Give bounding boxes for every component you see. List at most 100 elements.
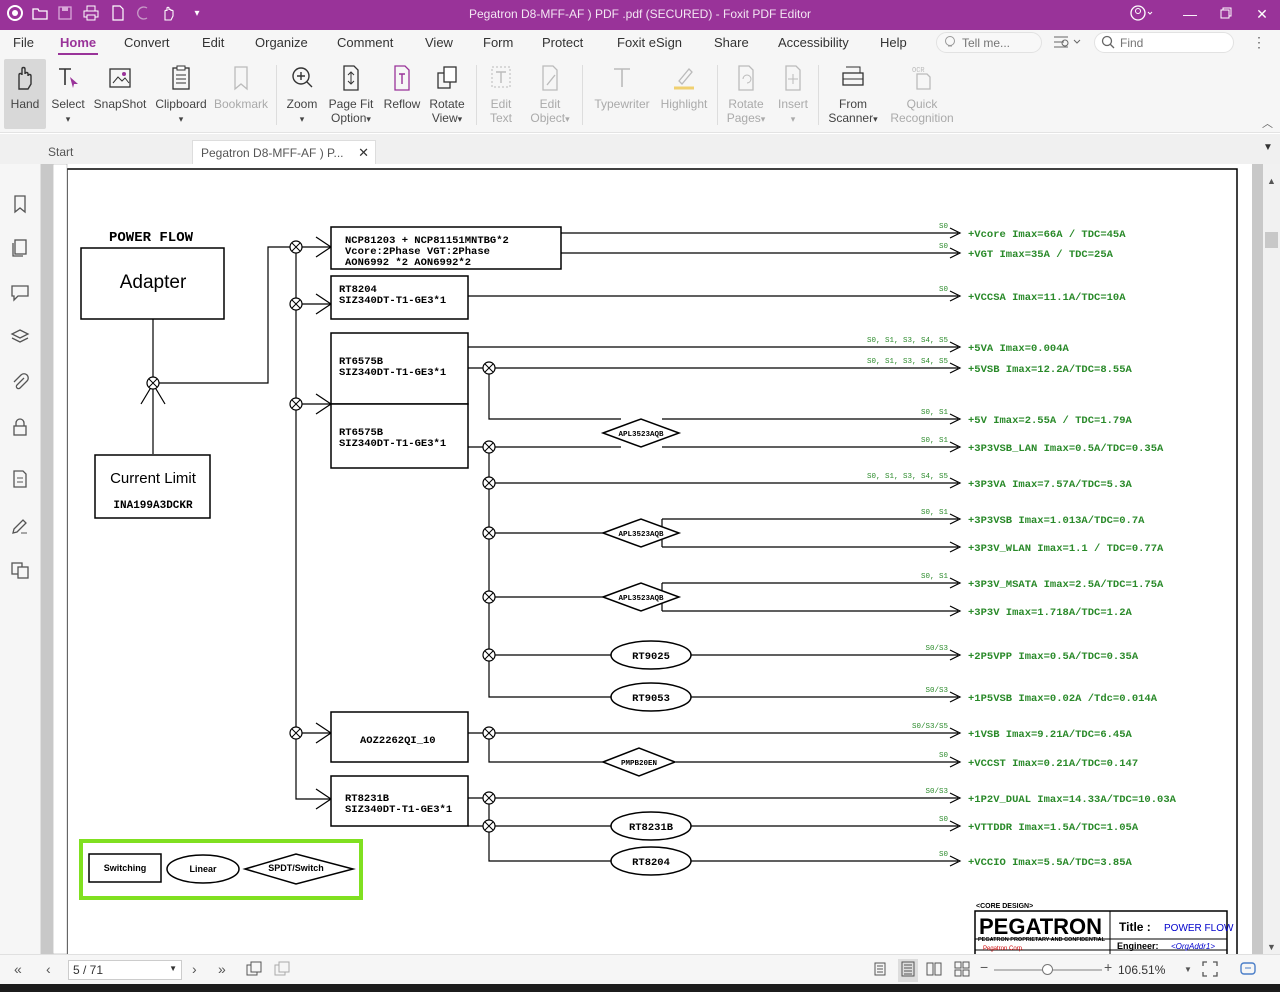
menu-convert[interactable]: Convert bbox=[124, 35, 170, 50]
close-button[interactable]: ✕ bbox=[1248, 4, 1276, 24]
zoom-button[interactable]: Zoom ▾ bbox=[282, 59, 322, 129]
attachments-panel-icon[interactable] bbox=[10, 372, 30, 392]
spdt-text: APL3523AQB APL3523AQB APL3523AQB PMPB20E… bbox=[618, 431, 664, 768]
rail-state-label: S0 bbox=[939, 223, 949, 231]
zoom-out-icon[interactable]: − bbox=[980, 959, 988, 975]
edit-text-button[interactable]: Edit Text bbox=[482, 59, 520, 129]
menu-comment[interactable]: Comment bbox=[337, 35, 393, 50]
tell-me-box[interactable] bbox=[936, 32, 1042, 53]
page-number-field[interactable]: 5 / 71 ▼ bbox=[68, 960, 182, 980]
menu-protect[interactable]: Protect bbox=[542, 35, 583, 50]
feedback-icon[interactable] bbox=[1240, 961, 1256, 980]
menu-edit[interactable]: Edit bbox=[202, 35, 224, 50]
rt8204-line-2: SIZ340DT-T1-GE3*1 bbox=[339, 295, 446, 307]
rail-state-label: S0, S1 bbox=[921, 409, 949, 417]
bookmarks-panel-icon[interactable] bbox=[10, 194, 30, 214]
tell-me-input[interactable] bbox=[962, 36, 1042, 50]
continuous-facing-icon[interactable] bbox=[954, 961, 970, 980]
comments-panel-icon[interactable] bbox=[10, 282, 30, 302]
highlight-button[interactable]: Highlight bbox=[658, 59, 710, 129]
rail-label: +VCCST Imax=0.21A/TDC=0.147 bbox=[968, 758, 1138, 770]
content-panel-icon[interactable] bbox=[10, 469, 30, 489]
select-button[interactable]: Select ▾ bbox=[48, 59, 88, 129]
clipboard-button[interactable]: Clipboard ▾ bbox=[154, 59, 208, 129]
menu-share[interactable]: Share bbox=[714, 35, 749, 50]
insert-button[interactable]: Insert ▾ bbox=[772, 59, 814, 129]
maximize-button[interactable] bbox=[1212, 4, 1240, 24]
page-fit-button[interactable]: Page Fit Option▾ bbox=[326, 59, 376, 129]
rail-state-label: S0 bbox=[939, 851, 949, 859]
scroll-up-icon[interactable]: ▲ bbox=[1267, 176, 1276, 186]
rotate-pages-button[interactable]: Rotate Pages▾ bbox=[722, 59, 770, 129]
continuous-page-icon[interactable] bbox=[898, 959, 918, 982]
menu-file[interactable]: File bbox=[13, 35, 34, 50]
tab-list-chevron-icon[interactable]: ▼ bbox=[1263, 142, 1273, 153]
previous-view-icon[interactable] bbox=[246, 961, 262, 980]
close-tab-icon[interactable]: ✕ bbox=[358, 145, 369, 161]
tab-document[interactable]: Pegatron D8-MFF-AF ) P... ✕ bbox=[192, 140, 376, 164]
more-options-icon[interactable]: ⋮ bbox=[1252, 34, 1266, 51]
collapse-ribbon-icon[interactable]: ︿ bbox=[1262, 115, 1273, 131]
menu-view[interactable]: View bbox=[425, 35, 453, 50]
zoom-slider-thumb[interactable] bbox=[1042, 964, 1053, 975]
apl2-label: APL3523AQB bbox=[618, 531, 664, 539]
account-icon[interactable] bbox=[1128, 4, 1156, 24]
menu-foxit-esign[interactable]: Foxit eSign bbox=[617, 35, 682, 50]
find-input[interactable] bbox=[1120, 36, 1220, 50]
bookmark-button[interactable]: Bookmark bbox=[212, 59, 270, 129]
snapshot-button[interactable]: SnapShot bbox=[92, 59, 148, 129]
quick-recognition-button[interactable]: OCR Quick Recognition bbox=[886, 59, 958, 129]
tab-start-label: Start bbox=[48, 145, 74, 159]
rotate-view-button[interactable]: Rotate View▾ bbox=[426, 59, 468, 129]
zoom-in-icon[interactable]: + bbox=[1104, 959, 1112, 975]
facing-page-icon[interactable] bbox=[926, 961, 942, 980]
menu-accessibility[interactable]: Accessibility bbox=[778, 35, 849, 50]
zoom-dropdown-icon[interactable]: ▼ bbox=[1184, 965, 1192, 974]
reflow-button[interactable]: Reflow bbox=[380, 59, 424, 129]
scroll-thumb[interactable] bbox=[1265, 232, 1278, 248]
hand-button[interactable]: Hand bbox=[4, 59, 46, 129]
vertical-scrollbar[interactable]: ▲ ▼ bbox=[1263, 164, 1280, 954]
minimize-button[interactable]: — bbox=[1176, 4, 1204, 24]
find-box[interactable] bbox=[1094, 32, 1234, 53]
rail-state-label: S0 bbox=[939, 816, 949, 824]
first-page-icon[interactable]: « bbox=[14, 961, 22, 977]
menu-form[interactable]: Form bbox=[483, 35, 513, 50]
compare-panel-icon[interactable] bbox=[10, 560, 30, 580]
zoom-slider[interactable] bbox=[994, 964, 1102, 975]
document-viewport[interactable]: POWER FLOW Adapter Current Limit INA199A… bbox=[41, 164, 1263, 954]
edit-object-button[interactable]: Edit Object▾ bbox=[526, 59, 574, 129]
search-icon bbox=[1101, 35, 1115, 54]
zoom-value[interactable]: 106.51% bbox=[1118, 963, 1165, 977]
junction-marker bbox=[482, 791, 496, 805]
menu-help[interactable]: Help bbox=[880, 35, 907, 50]
menu-home[interactable]: Home bbox=[57, 35, 99, 55]
fullscreen-icon[interactable] bbox=[1202, 961, 1218, 980]
last-page-icon[interactable]: » bbox=[218, 961, 226, 977]
rail-label: +VCCIO Imax=5.5A/TDC=3.85A bbox=[968, 857, 1133, 869]
previous-page-icon[interactable]: ‹ bbox=[46, 961, 51, 977]
pages-panel-icon[interactable] bbox=[10, 238, 30, 258]
ribbon-separator bbox=[717, 65, 718, 125]
layers-panel-icon[interactable] bbox=[10, 327, 30, 347]
rail-label: +1VSB Imax=9.21A/TDC=6.45A bbox=[968, 729, 1133, 741]
menu-organize[interactable]: Organize bbox=[255, 35, 308, 50]
quick-recognition-label-2: Recognition bbox=[890, 111, 954, 125]
security-panel-icon[interactable] bbox=[10, 417, 30, 437]
rail-state-label: S0/S3 bbox=[925, 788, 948, 796]
tab-start[interactable]: Start bbox=[40, 140, 190, 164]
rail-state-label: S0 bbox=[939, 752, 949, 760]
search-options-icon[interactable] bbox=[1052, 34, 1082, 55]
rail-label: +3P3VA Imax=7.57A/TDC=5.3A bbox=[968, 479, 1133, 491]
next-page-icon[interactable]: › bbox=[192, 961, 197, 977]
typewriter-button[interactable]: Typewriter bbox=[590, 59, 654, 129]
signature-panel-icon[interactable] bbox=[10, 516, 30, 536]
from-scanner-button[interactable]: From Scanner▾ bbox=[824, 59, 882, 129]
page-dropdown-icon[interactable]: ▼ bbox=[169, 964, 177, 973]
next-view-icon[interactable] bbox=[274, 961, 290, 980]
scroll-down-icon[interactable]: ▼ bbox=[1267, 942, 1276, 952]
schematic-margin bbox=[52, 164, 68, 954]
reflow-icon bbox=[394, 65, 410, 91]
junction-marker bbox=[289, 726, 303, 740]
single-page-icon[interactable] bbox=[872, 961, 888, 980]
